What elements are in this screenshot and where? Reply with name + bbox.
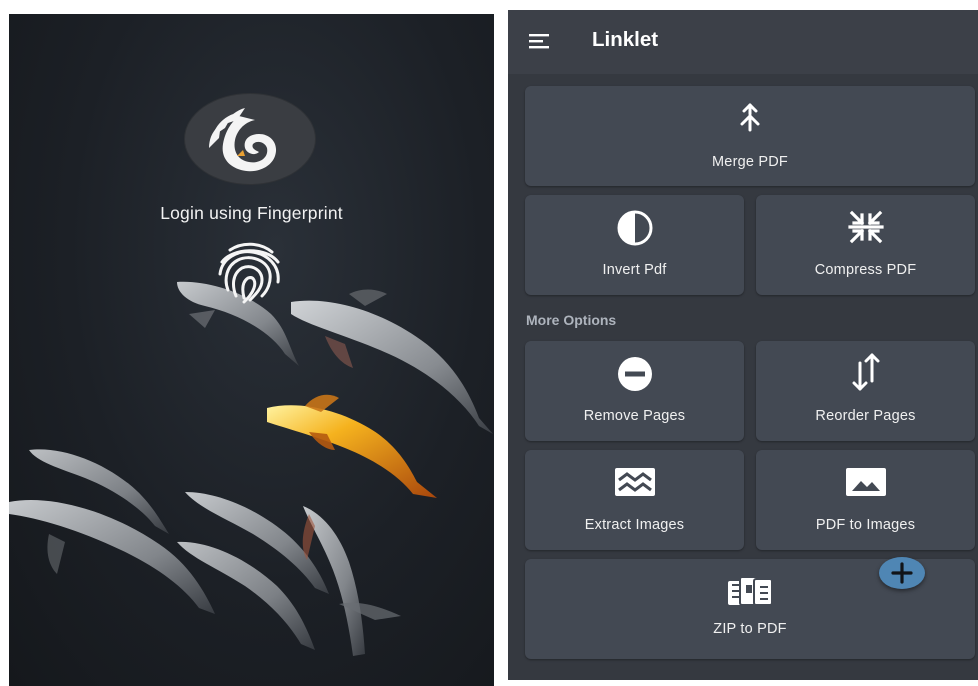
fingerprint-icon[interactable] (208, 240, 292, 304)
remove-circle-icon (617, 357, 652, 391)
card-label: Remove Pages (583, 408, 686, 424)
app-title: Linklet (592, 28, 659, 51)
card-label: Extract Images (584, 517, 685, 533)
login-title: Login using Fingerprint (160, 203, 343, 223)
compress-icon (847, 210, 884, 244)
app-bar: Linklet (508, 10, 978, 74)
invert-contrast-icon (617, 210, 652, 246)
card-label: Reorder Pages (815, 408, 916, 424)
swan-logo-icon (209, 108, 277, 172)
card-label: Compress PDF (814, 262, 917, 278)
add-fab-button[interactable] (879, 557, 925, 589)
image-icon (845, 468, 886, 496)
remove-pages-card[interactable]: Remove Pages (525, 341, 744, 441)
tools-panel: Merge PDF Invert Pdf Compress PDF More O… (508, 74, 978, 680)
login-screen: Login using Fingerprint (9, 14, 494, 686)
app-logo (185, 94, 315, 184)
plus-icon (891, 562, 913, 584)
invert-pdf-card[interactable]: Invert Pdf (525, 195, 744, 295)
extract-images-card[interactable]: Extract Images (525, 450, 744, 550)
zip-archive-icon (728, 576, 773, 606)
app-screen: Linklet Merge PDF Invert Pdf Compress PD… (508, 10, 978, 680)
hamburger-menu-icon[interactable] (528, 32, 550, 50)
card-label: Invert Pdf (602, 262, 667, 278)
reorder-pages-card[interactable]: Reorder Pages (756, 341, 975, 441)
card-label: PDF to Images (815, 517, 916, 533)
card-label: Merge PDF (712, 154, 788, 170)
merge-icon (740, 103, 760, 132)
pdf-to-images-card[interactable]: PDF to Images (756, 450, 975, 550)
section-heading: More Options (526, 312, 617, 328)
broken-image-icon (614, 468, 655, 496)
merge-pdf-card[interactable]: Merge PDF (525, 86, 975, 186)
card-label: ZIP to PDF (713, 621, 787, 637)
swap-vertical-icon (852, 353, 879, 391)
compress-pdf-card[interactable]: Compress PDF (756, 195, 975, 295)
